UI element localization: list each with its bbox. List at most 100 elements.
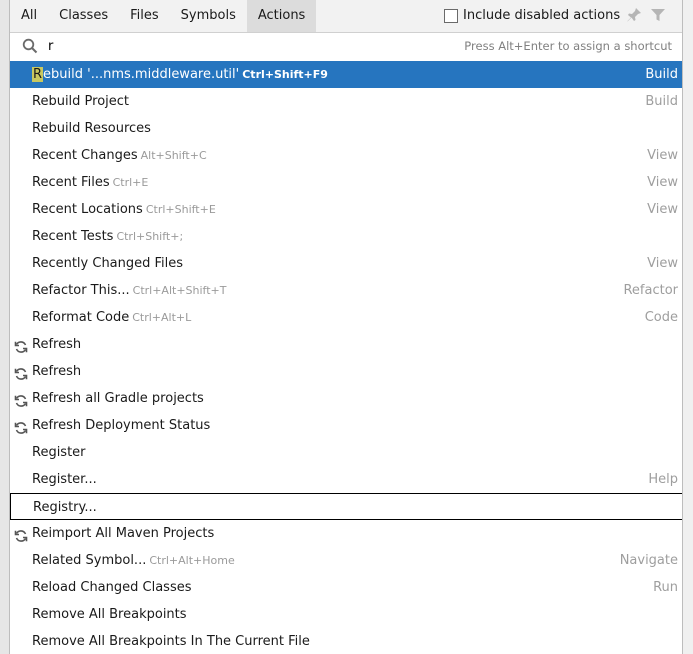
action-group: Run	[653, 580, 678, 595]
action-item[interactable]: Refresh Deployment Status	[10, 412, 682, 439]
action-item[interactable]: Refresh	[10, 331, 682, 358]
action-name: Rebuild Resources	[32, 115, 151, 142]
refresh-icon	[14, 526, 28, 542]
action-item[interactable]: Remove All Breakpoints In The Current Fi…	[10, 628, 682, 654]
action-item[interactable]: Reload Changed Classes Run	[10, 574, 682, 601]
action-item[interactable]: Refactor This... Ctrl+Alt+Shift+T Refactor	[10, 277, 682, 304]
action-item[interactable]: Related Symbol... Ctrl+Alt+Home Navigate	[10, 547, 682, 574]
action-group: View	[647, 175, 678, 190]
action-label: ebuild '...nms.middleware.util'	[43, 67, 240, 82]
action-group: Help	[648, 472, 678, 487]
tab-symbols[interactable]: Symbols	[170, 0, 247, 32]
action-shortcut: Ctrl+E	[112, 176, 149, 189]
action-label: Refresh all Gradle projects	[32, 391, 204, 406]
tab-actions[interactable]: Actions	[246, 0, 317, 32]
action-label: Rebuild Project	[32, 94, 130, 109]
action-shortcut: Ctrl+Alt+Shift+T	[132, 284, 227, 297]
action-item[interactable]: Recent Tests Ctrl+Shift+;	[10, 223, 682, 250]
action-name: Refresh all Gradle projects	[32, 385, 204, 412]
action-item[interactable]: Recently Changed Files View	[10, 250, 682, 277]
action-item[interactable]: Reimport All Maven Projects	[10, 520, 682, 547]
refresh-icon	[14, 364, 28, 380]
action-label: Recent Changes	[32, 148, 138, 163]
action-shortcut: Alt+Shift+C	[140, 149, 207, 162]
action-item[interactable]: Rebuild Project Build	[10, 88, 682, 115]
action-name: Reload Changed Classes	[32, 574, 192, 601]
actions-list: Rebuild '...nms.middleware.util' Ctrl+Shi…	[10, 61, 682, 654]
action-label: Related Symbol...	[32, 553, 147, 568]
action-item[interactable]: Registry...	[10, 493, 682, 521]
action-label: Recent Tests	[32, 229, 114, 244]
action-label: Refresh	[32, 337, 82, 352]
tab-classes[interactable]: Classes	[48, 0, 119, 32]
action-label: Recent Files	[32, 175, 110, 190]
match-highlight: R	[32, 67, 44, 82]
action-label: Register	[32, 445, 86, 460]
action-label: Registry...	[33, 500, 97, 515]
include-disabled-option[interactable]: Include disabled actions	[444, 8, 620, 23]
action-item[interactable]: Recent Files Ctrl+E View	[10, 169, 682, 196]
action-label: Refresh	[32, 364, 82, 379]
action-group: Navigate	[619, 553, 678, 568]
action-name: Recent Changes Alt+Shift+C	[32, 142, 207, 169]
editor-left-edge	[0, 0, 9, 654]
action-item[interactable]: Register	[10, 439, 682, 466]
action-item[interactable]: Refresh	[10, 358, 682, 385]
action-shortcut: Ctrl+Shift+F9	[242, 68, 328, 81]
action-item[interactable]: Refresh all Gradle projects	[10, 385, 682, 412]
action-name: Rebuild Project	[32, 88, 129, 115]
action-name: Reimport All Maven Projects	[32, 520, 214, 547]
action-group: Build	[645, 67, 678, 82]
action-label: Reformat Code	[32, 310, 130, 325]
action-name: Refresh	[32, 358, 81, 385]
action-item[interactable]: Reformat Code Ctrl+Alt+L Code	[10, 304, 682, 331]
include-disabled-label: Include disabled actions	[463, 8, 621, 23]
include-disabled-checkbox[interactable]	[444, 8, 458, 23]
action-item[interactable]: Recent Locations Ctrl+Shift+E View	[10, 196, 682, 223]
refresh-icon	[14, 418, 28, 434]
action-name: Refresh Deployment Status	[32, 412, 210, 439]
action-label: Rebuild Resources	[32, 121, 151, 136]
action-name: Rebuild '...nms.middleware.util' Ctrl+Shi…	[32, 61, 328, 88]
search-input[interactable]	[48, 36, 428, 56]
action-group: View	[647, 148, 678, 163]
action-group: Code	[644, 310, 678, 325]
action-item[interactable]: Remove All Breakpoints	[10, 601, 682, 628]
search-everywhere-popup: All Classes Files Symbols Actions Include di…	[9, 0, 683, 654]
refresh-icon	[14, 391, 28, 407]
action-item[interactable]: Rebuild Resources	[10, 115, 682, 142]
action-shortcut: Ctrl+Shift+E	[145, 203, 216, 216]
action-group: Build	[645, 94, 678, 109]
action-name: Recently Changed Files	[32, 250, 183, 277]
action-label: Register...	[32, 472, 97, 487]
action-label: Refresh Deployment Status	[32, 418, 211, 433]
search-row: Press Alt+Enter to assign a shortcut	[10, 33, 682, 60]
action-name: Recent Tests Ctrl+Shift+;	[32, 223, 183, 250]
action-label: Remove All Breakpoints	[32, 607, 187, 622]
action-item[interactable]: Register... Help	[10, 466, 682, 493]
action-name: Remove All Breakpoints In The Current Fi…	[32, 628, 310, 654]
action-shortcut: Ctrl+Alt+L	[132, 311, 192, 324]
action-label: Recently Changed Files	[32, 256, 184, 271]
action-group: View	[647, 256, 678, 271]
refresh-icon	[14, 337, 28, 353]
action-shortcut: Ctrl+Alt+Home	[149, 554, 235, 567]
action-name: Reformat Code Ctrl+Alt+L	[32, 304, 191, 331]
action-label: Refactor This...	[32, 283, 130, 298]
search-icon	[22, 38, 38, 54]
action-name: Recent Locations Ctrl+Shift+E	[32, 196, 216, 223]
pin-icon[interactable]	[626, 7, 642, 23]
action-name: Register...	[32, 466, 97, 493]
action-item[interactable]: Rebuild '...nms.middleware.util' Ctrl+Shi…	[10, 61, 682, 88]
action-label: Reimport All Maven Projects	[32, 526, 215, 541]
tab-files[interactable]: Files	[119, 0, 170, 32]
action-name: Recent Files Ctrl+E	[32, 169, 148, 196]
tab-all[interactable]: All	[10, 0, 48, 32]
action-label: Remove All Breakpoints In The Current Fi…	[32, 634, 310, 649]
action-name: Registry...	[33, 494, 97, 521]
action-name: Refresh	[32, 331, 81, 358]
action-name: Remove All Breakpoints	[32, 601, 187, 628]
filter-icon[interactable]	[651, 8, 665, 22]
action-group: View	[647, 202, 678, 217]
action-item[interactable]: Recent Changes Alt+Shift+C View	[10, 142, 682, 169]
